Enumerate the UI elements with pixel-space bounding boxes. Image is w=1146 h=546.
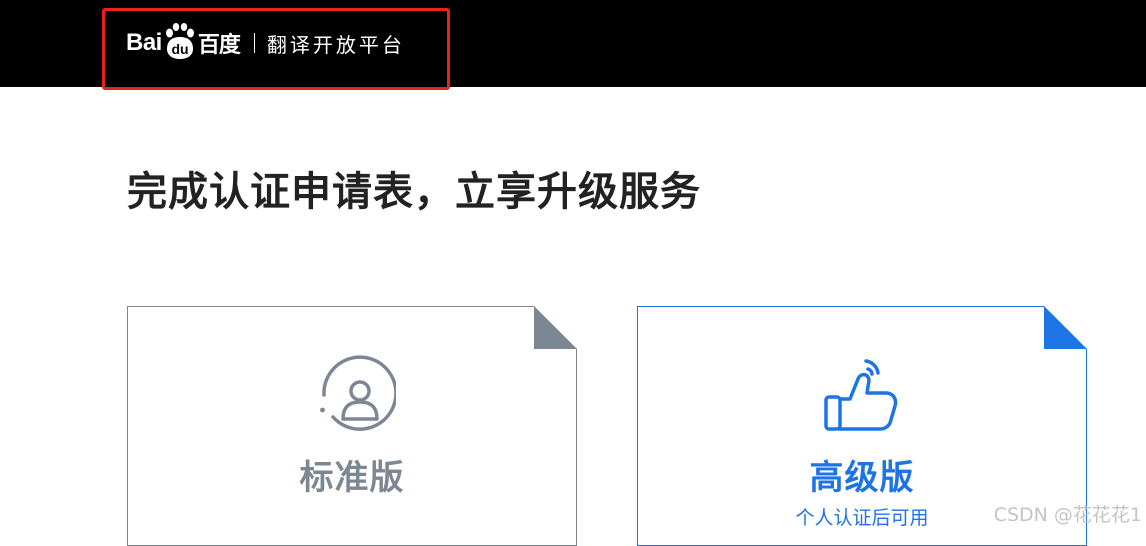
csdn-watermark: CSDN @花花花1	[993, 504, 1142, 526]
thumbs-up-icon	[824, 359, 898, 431]
plan-card-standard[interactable]: 标准版	[127, 306, 577, 546]
plan-name: 标准版	[299, 458, 405, 498]
logo-highlight-annotation	[102, 8, 450, 90]
plan-name: 高级版	[809, 458, 915, 498]
top-navigation-bar: Bai du 百度 翻译开放平台	[0, 0, 1146, 90]
corner-fold-decoration	[1044, 306, 1087, 349]
user-icon	[320, 355, 396, 431]
page-title: 完成认证申请表，立享升级服务	[127, 169, 701, 215]
corner-fold-decoration	[534, 306, 577, 349]
